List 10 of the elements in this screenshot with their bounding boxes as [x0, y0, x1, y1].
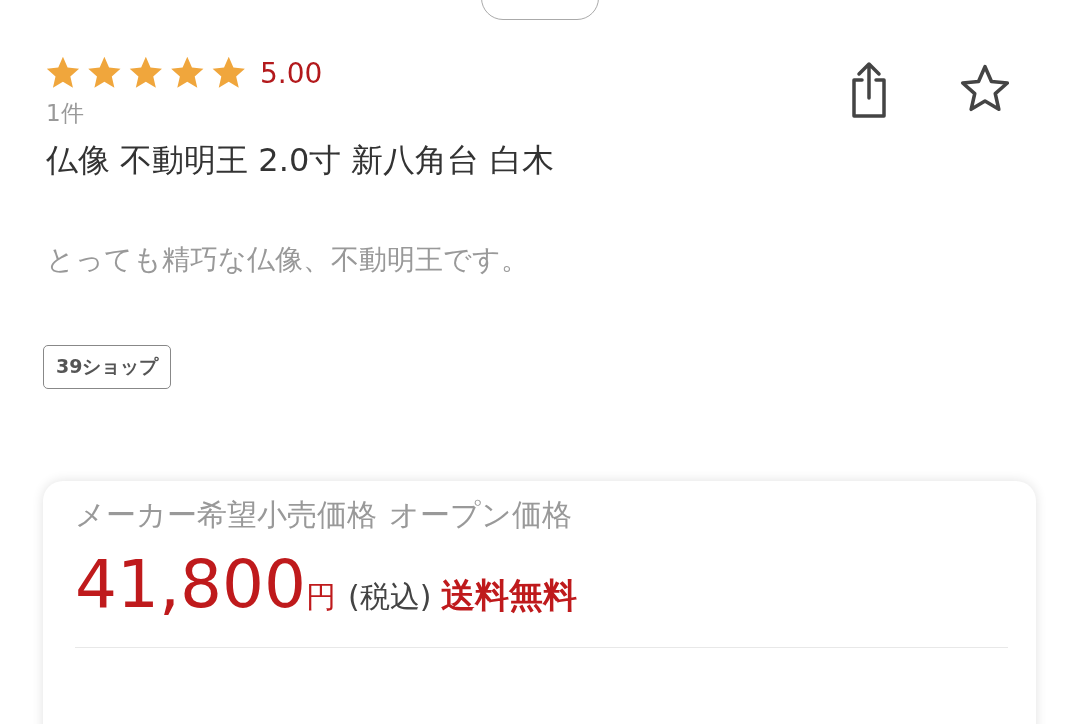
- rating-score: 5.00: [260, 56, 323, 90]
- price: 41,800: [75, 546, 306, 623]
- list-price-value: オープン価格: [389, 496, 572, 534]
- tax-note: (税込): [347, 578, 432, 616]
- shop-tag[interactable]: 39ショップ: [43, 345, 172, 389]
- free-shipping-label: 送料無料: [441, 574, 578, 617]
- list-price-label: メーカー希望小売価格: [75, 496, 377, 534]
- product-description: とっても精巧な仏像、不動明王です。: [46, 242, 530, 278]
- currency-unit: 円: [305, 578, 336, 616]
- product-title: 仏像 不動明王 2.0寸 新八角台 白木: [46, 140, 555, 181]
